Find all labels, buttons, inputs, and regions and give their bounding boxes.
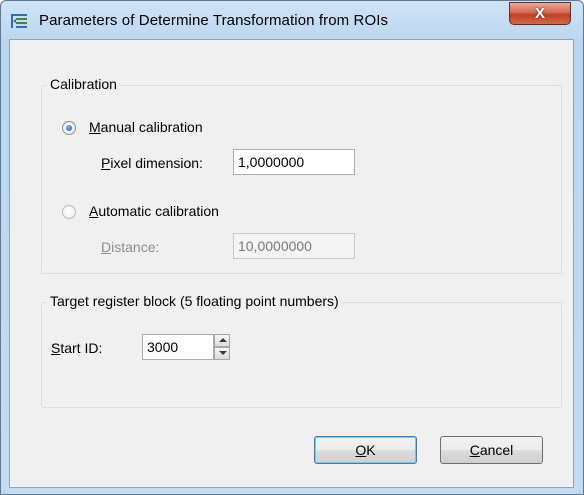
arrow-up-icon [219, 338, 227, 342]
spin-up-button[interactable] [214, 334, 230, 347]
spin-down-button[interactable] [214, 347, 230, 360]
automatic-calibration-radio[interactable] [62, 205, 76, 219]
pixel-dimension-label: Pixel dimension: [101, 155, 203, 171]
manual-calibration-radio[interactable] [62, 121, 76, 135]
start-id-input[interactable]: 3000 [142, 334, 214, 360]
ok-button[interactable]: OK [314, 436, 417, 464]
calibration-legend: Calibration [47, 76, 120, 92]
start-id-spinner[interactable] [214, 334, 230, 360]
automatic-calibration-label[interactable]: Automatic calibration [89, 203, 219, 219]
cancel-button[interactable]: Cancel [440, 436, 543, 464]
close-button[interactable]: X [509, 2, 571, 25]
radio-selected-dot [66, 125, 72, 131]
distance-input[interactable]: 10,0000000 [233, 233, 355, 259]
target-register-groupbox: Target register block (5 floating point … [41, 293, 562, 408]
close-icon: X [534, 5, 545, 22]
dialog-window: Parameters of Determine Transformation f… [0, 0, 584, 495]
title-bar[interactable]: Parameters of Determine Transformation f… [1, 1, 583, 39]
window-title: Parameters of Determine Transformation f… [39, 12, 389, 29]
distance-label: Distance: [101, 239, 160, 255]
manual-calibration-label[interactable]: Manual calibration [89, 119, 203, 135]
target-register-legend: Target register block (5 floating point … [47, 293, 342, 309]
arrow-down-icon [219, 351, 227, 355]
pixel-dimension-input[interactable]: 1,0000000 [233, 149, 355, 175]
dialog-client-area: Calibration Manual calibration Pixel dim… [9, 39, 574, 488]
start-id-label: Start ID: [51, 340, 103, 356]
register-transform-icon [11, 14, 27, 28]
